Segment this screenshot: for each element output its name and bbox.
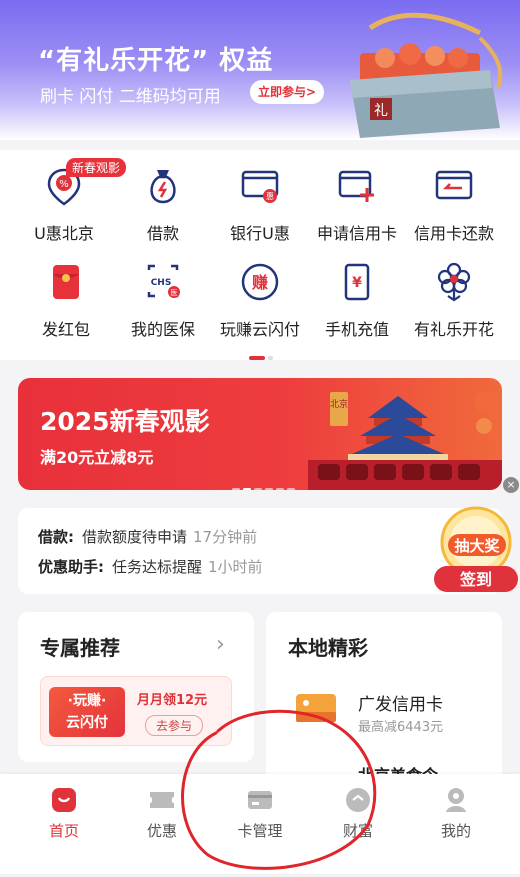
tab-label: 优惠 xyxy=(146,822,177,840)
local-card[interactable]: 本地精彩 广发信用卡 最高减6443元 北京美食令 xyxy=(266,612,502,785)
service-u-hui-beijing[interactable]: % 新春观影 U惠北京 xyxy=(12,154,127,250)
svg-text:签到: 签到 xyxy=(459,570,492,589)
grid-page-indicator xyxy=(249,356,276,375)
notice-key: 优惠助手: xyxy=(38,558,104,576)
notice-row-loan[interactable]: 借款: 借款额度待申请 17分钟前 xyxy=(38,526,257,547)
notice-value: 任务达标提醒 xyxy=(112,558,203,576)
tab-label: 财富 xyxy=(342,822,373,840)
service-label: 玩赚云闪付 xyxy=(219,320,300,339)
promo-banner[interactable]: 2025新春观影 满20元立减8元 北京 xyxy=(18,378,502,490)
service-label: 发红包 xyxy=(41,320,90,339)
recommend-card[interactable]: 专属推荐 › ·玩赚· 云闪付 月月领12元 去参与 xyxy=(18,612,254,762)
recommend-title: 专属推荐 xyxy=(40,636,120,660)
hero-title: “有礼乐开花” 权益 xyxy=(38,46,274,76)
hero-banner[interactable]: “有礼乐开花” 权益 刷卡 闪付 二维码均可用 立即参与> 礼 xyxy=(0,0,520,140)
service-label: 银行U惠 xyxy=(230,224,290,243)
svg-text:抽大奖: 抽大奖 xyxy=(454,537,500,555)
credit-card-icon xyxy=(296,694,336,722)
tab-label: 首页 xyxy=(48,822,79,840)
phone-recharge-icon: ¥ xyxy=(344,263,370,301)
tab-label: 卡管理 xyxy=(237,822,283,840)
recommend-promo[interactable]: ·玩赚· 云闪付 月月领12元 去参与 xyxy=(40,676,232,746)
svg-text:惠: 惠 xyxy=(266,191,274,201)
promo-text: 月月领12元 xyxy=(137,693,208,708)
hero-join-button[interactable]: 立即参与> xyxy=(250,80,325,104)
medical-insurance-icon: CHS 医 xyxy=(147,264,180,298)
service-red-packet[interactable]: 发红包 xyxy=(14,250,118,346)
bank-card-hui-icon: 惠 xyxy=(241,170,279,203)
lottery-checkin-button[interactable]: 抽大奖 签到 xyxy=(428,504,520,596)
service-label: 申请信用卡 xyxy=(316,224,397,243)
notice-row-assistant[interactable]: 优惠助手: 任务达标提醒 1小时前 xyxy=(38,556,263,577)
notice-key: 借款: xyxy=(38,528,74,546)
tab-wealth[interactable]: 财富 xyxy=(308,786,408,846)
card-repay-icon xyxy=(435,170,473,200)
service-label: 信用卡还款 xyxy=(413,224,494,243)
promo-tag-line2: 云闪付 xyxy=(66,715,108,731)
close-icon[interactable]: × xyxy=(503,477,519,493)
svg-text:赚: 赚 xyxy=(251,273,268,292)
wealth-icon xyxy=(346,788,370,812)
service-apply-card[interactable]: 申请信用卡 xyxy=(305,154,409,250)
tab-card-manage[interactable]: 卡管理 xyxy=(210,786,310,846)
local-title: 本地精彩 xyxy=(288,636,368,660)
hero-subtitle: 刷卡 闪付 二维码均可用 xyxy=(40,87,221,107)
svg-text:CHS: CHS xyxy=(151,278,172,288)
home-icon xyxy=(52,788,76,812)
promo-tag: ·玩赚· 云闪付 xyxy=(49,687,125,737)
tab-profile[interactable]: 我的 xyxy=(406,786,506,846)
local-item-desc: 最高减6443元 xyxy=(358,720,444,735)
service-grid: % 新春观影 U惠北京 借款 惠 银行U惠 申请信用卡 信用卡还款 发红包 CH… xyxy=(0,150,520,360)
tab-home[interactable]: 首页 xyxy=(14,786,114,846)
banner-page-indicator xyxy=(232,476,298,490)
service-medical-insurance[interactable]: CHS 医 我的医保 xyxy=(111,250,215,346)
promo-tag-line1: ·玩赚· xyxy=(67,693,107,709)
service-label: 借款 xyxy=(146,224,179,243)
flower-icon xyxy=(437,262,471,302)
service-flower[interactable]: 有礼乐开花 xyxy=(402,250,506,346)
notice-time: 17分钟前 xyxy=(193,528,258,546)
service-label: U惠北京 xyxy=(34,224,94,243)
local-item-name: 广发信用卡 xyxy=(358,695,443,715)
svg-text:礼: 礼 xyxy=(374,103,388,119)
svg-text:医: 医 xyxy=(171,289,178,297)
notice-value: 借款额度待申请 xyxy=(82,528,188,546)
red-packet-icon xyxy=(53,265,79,299)
profile-icon xyxy=(446,788,466,812)
banner-subtitle: 满20元立减8元 xyxy=(40,448,154,467)
bottom-tab-bar: 首页 优惠 卡管理 财富 我的 xyxy=(0,774,520,874)
service-card-repay[interactable]: 信用卡还款 xyxy=(402,154,506,250)
loan-bag-icon xyxy=(150,170,176,204)
service-label: 我的医保 xyxy=(130,320,195,339)
service-phone-recharge[interactable]: ¥ 手机充值 xyxy=(305,250,409,346)
tab-label: 我的 xyxy=(440,822,471,840)
svg-text:%: % xyxy=(59,179,69,190)
promo-join-button[interactable]: 去参与 xyxy=(145,715,204,736)
card-manage-icon xyxy=(248,791,272,809)
svg-text:¥: ¥ xyxy=(352,275,362,291)
banner-title: 2025新春观影 xyxy=(40,407,210,436)
coupon-icon xyxy=(150,792,174,808)
service-loan[interactable]: 借款 xyxy=(111,154,215,250)
chevron-right-icon[interactable]: › xyxy=(216,632,225,657)
tab-coupon[interactable]: 优惠 xyxy=(112,786,212,846)
svg-text:北京: 北京 xyxy=(330,398,348,410)
gift-box-icon: 礼 xyxy=(350,12,503,138)
service-label: 有礼乐开花 xyxy=(413,320,494,339)
earn-icon: 赚 xyxy=(241,263,279,301)
notice-time: 1小时前 xyxy=(208,558,263,576)
service-earn[interactable]: 赚 玩赚云闪付 xyxy=(208,250,312,346)
service-bank-u-hui[interactable]: 惠 银行U惠 xyxy=(208,154,312,250)
apply-card-icon xyxy=(338,170,374,202)
temple-of-heaven-illustration: 北京 xyxy=(308,392,502,490)
service-label: 手机充值 xyxy=(324,320,389,339)
